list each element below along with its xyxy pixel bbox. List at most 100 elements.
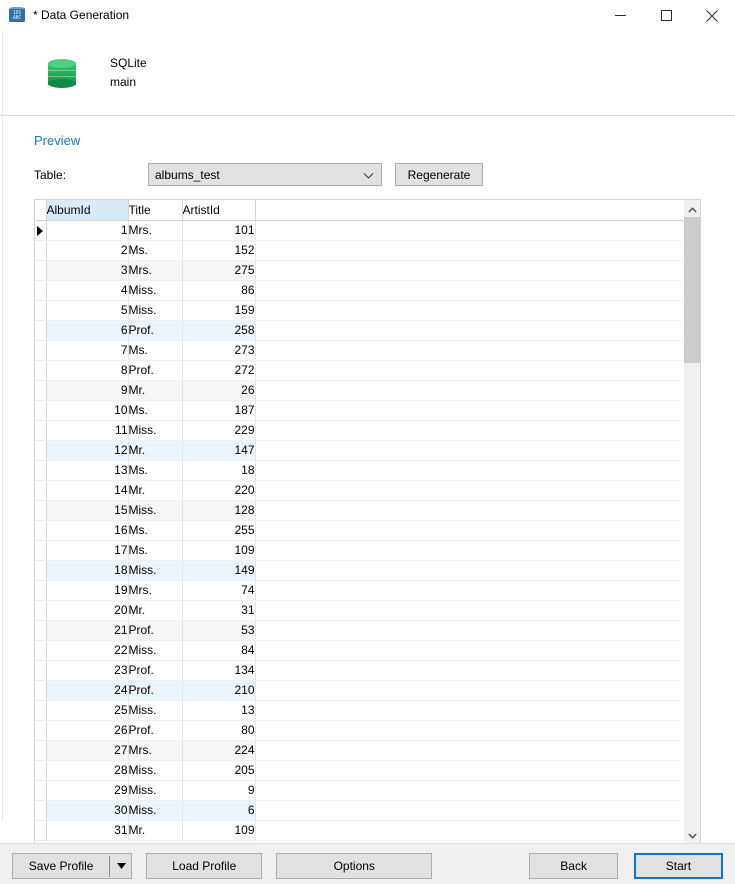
save-profile-button[interactable]: Save Profile	[12, 852, 133, 879]
cell-title[interactable]: Ms.	[128, 240, 183, 261]
row-selector-cell[interactable]	[35, 640, 47, 661]
cell-artistid[interactable]: 109	[182, 820, 256, 841]
cell-title[interactable]: Prof.	[128, 320, 183, 341]
cell-albumid[interactable]: 11	[46, 420, 129, 441]
cell-title[interactable]: Mrs.	[128, 580, 183, 601]
row-selector-cell[interactable]	[35, 420, 47, 441]
cell-title[interactable]: Mr.	[128, 440, 183, 461]
cell-artistid[interactable]: 9	[182, 780, 256, 801]
row-selector-cell[interactable]	[35, 740, 47, 761]
cell-albumid[interactable]: 5	[46, 300, 129, 321]
cell-albumid[interactable]: 16	[46, 520, 129, 541]
cell-albumid[interactable]: 31	[46, 820, 129, 841]
cell-title[interactable]: Ms.	[128, 340, 183, 361]
table-row[interactable]: 1 Mrs. 101	[35, 220, 683, 241]
cell-albumid[interactable]: 21	[46, 620, 129, 641]
row-selector-cell[interactable]	[35, 620, 47, 641]
cell-title[interactable]: Prof.	[128, 360, 183, 381]
cell-artistid[interactable]: 258	[182, 320, 256, 341]
row-selector-cell[interactable]	[35, 760, 47, 781]
triangle-down-icon[interactable]	[117, 854, 127, 878]
row-selector-cell[interactable]	[35, 440, 47, 461]
row-selector-cell[interactable]	[35, 660, 47, 681]
table-row[interactable]: 22 Miss. 84	[35, 640, 683, 661]
cell-artistid[interactable]: 13	[182, 700, 256, 721]
scroll-down-button[interactable]	[683, 826, 700, 843]
table-row[interactable]: 25 Miss. 13	[35, 700, 683, 721]
row-selector-cell[interactable]	[35, 580, 47, 601]
back-button[interactable]: Back	[529, 852, 618, 879]
table-row[interactable]: 5 Miss. 159	[35, 300, 683, 321]
row-selector-cell[interactable]	[35, 280, 47, 301]
table-row[interactable]: 18 Miss. 149	[35, 560, 683, 581]
cell-artistid[interactable]: 31	[182, 600, 256, 621]
table-row[interactable]: 24 Prof. 210	[35, 680, 683, 701]
row-selector-cell[interactable]	[35, 520, 47, 541]
cell-title[interactable]: Ms.	[128, 520, 183, 541]
table-row[interactable]: 4 Miss. 86	[35, 280, 683, 301]
cell-albumid[interactable]: 4	[46, 280, 129, 301]
cell-artistid[interactable]: 128	[182, 500, 256, 521]
cell-title[interactable]: Miss.	[128, 300, 183, 321]
cell-artistid[interactable]: 229	[182, 420, 256, 441]
row-selector-cell[interactable]	[35, 380, 47, 401]
cell-albumid[interactable]: 24	[46, 680, 129, 701]
cell-albumid[interactable]: 25	[46, 700, 129, 721]
cell-artistid[interactable]: 187	[182, 400, 256, 421]
cell-artistid[interactable]: 152	[182, 240, 256, 261]
table-select[interactable]: albums_test	[148, 163, 382, 186]
cell-artistid[interactable]: 255	[182, 520, 256, 541]
cell-albumid[interactable]: 17	[46, 540, 129, 561]
cell-title[interactable]: Miss.	[128, 280, 183, 301]
cell-albumid[interactable]: 7	[46, 340, 129, 361]
cell-albumid[interactable]: 20	[46, 600, 129, 621]
cell-albumid[interactable]: 12	[46, 440, 129, 461]
table-row[interactable]: 6 Prof. 258	[35, 320, 683, 341]
row-selector-cell[interactable]	[35, 300, 47, 321]
column-header-title[interactable]: Title	[128, 200, 183, 221]
cell-artistid[interactable]: 273	[182, 340, 256, 361]
cell-albumid[interactable]: 15	[46, 500, 129, 521]
row-selector-cell[interactable]	[35, 560, 47, 581]
cell-title[interactable]: Mrs.	[128, 220, 183, 241]
cell-albumid[interactable]: 22	[46, 640, 129, 661]
cell-title[interactable]: Mr.	[128, 820, 183, 841]
row-selector-cell[interactable]	[35, 320, 47, 341]
row-selector-cell[interactable]	[35, 780, 47, 801]
cell-artistid[interactable]: 210	[182, 680, 256, 701]
table-row[interactable]: 17 Ms. 109	[35, 540, 683, 561]
table-row[interactable]: 30 Miss. 6	[35, 800, 683, 821]
cell-albumid[interactable]: 8	[46, 360, 129, 381]
scroll-up-button[interactable]	[683, 200, 700, 217]
cell-artistid[interactable]: 275	[182, 260, 256, 281]
cell-title[interactable]: Ms.	[128, 400, 183, 421]
cell-albumid[interactable]: 14	[46, 480, 129, 501]
cell-albumid[interactable]: 1	[46, 220, 129, 241]
cell-title[interactable]: Ms.	[128, 540, 183, 561]
row-selector-cell[interactable]	[35, 540, 47, 561]
table-row[interactable]: 10 Ms. 187	[35, 400, 683, 421]
regenerate-button[interactable]: Regenerate	[395, 163, 483, 186]
maximize-button[interactable]	[643, 0, 689, 31]
table-row[interactable]: 13 Ms. 18	[35, 460, 683, 481]
close-button[interactable]	[689, 0, 735, 31]
cell-artistid[interactable]: 109	[182, 540, 256, 561]
table-row[interactable]: 15 Miss. 128	[35, 500, 683, 521]
cell-artistid[interactable]: 101	[182, 220, 256, 241]
column-header-albumid[interactable]: AlbumId	[46, 200, 129, 221]
cell-artistid[interactable]: 53	[182, 620, 256, 641]
row-selector-cell[interactable]	[35, 680, 47, 701]
table-row[interactable]: 3 Mrs. 275	[35, 260, 683, 281]
table-row[interactable]: 12 Mr. 147	[35, 440, 683, 461]
table-row[interactable]: 16 Ms. 255	[35, 520, 683, 541]
table-row[interactable]: 21 Prof. 53	[35, 620, 683, 641]
table-row[interactable]: 20 Mr. 31	[35, 600, 683, 621]
table-row[interactable]: 23 Prof. 134	[35, 660, 683, 681]
cell-artistid[interactable]: 80	[182, 720, 256, 741]
cell-artistid[interactable]: 86	[182, 280, 256, 301]
cell-artistid[interactable]: 26	[182, 380, 256, 401]
cell-albumid[interactable]: 27	[46, 740, 129, 761]
cell-albumid[interactable]: 23	[46, 660, 129, 681]
table-row[interactable]: 31 Mr. 109	[35, 820, 683, 841]
cell-artistid[interactable]: 18	[182, 460, 256, 481]
